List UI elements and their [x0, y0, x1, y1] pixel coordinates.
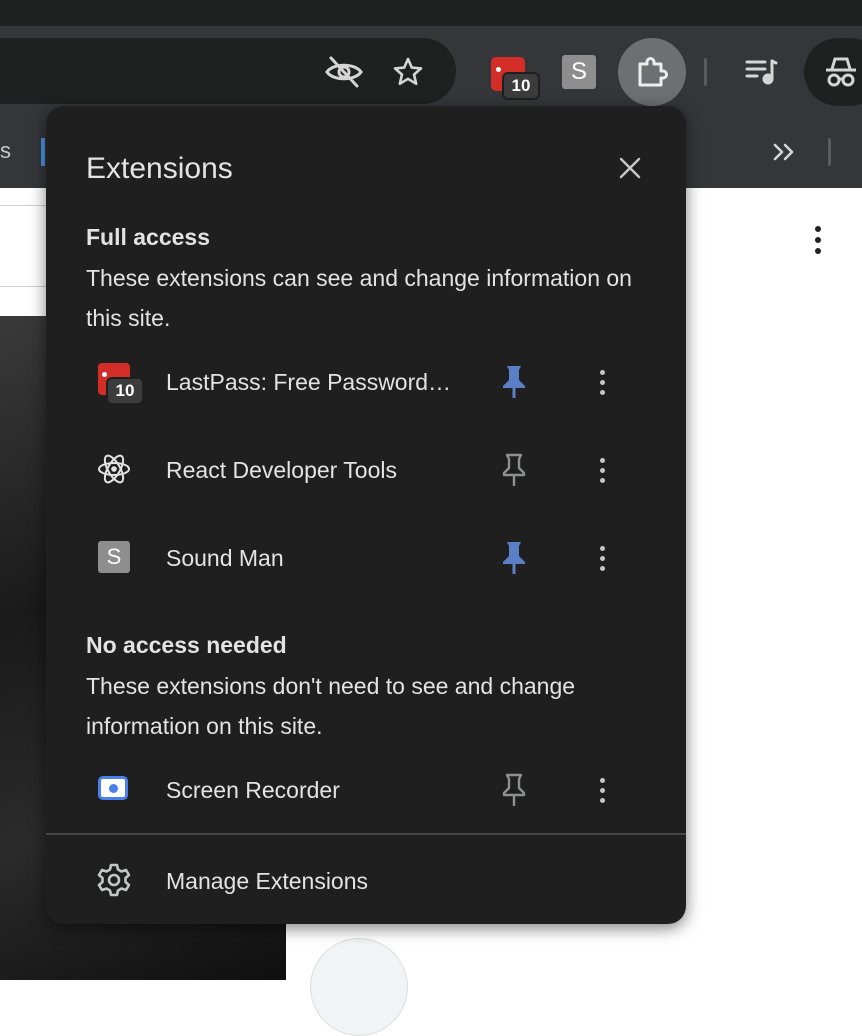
extension-name: LastPass: Free Password… [166, 369, 452, 395]
no-access-description: These extensions don't need to see and c… [86, 673, 576, 739]
media-controls-icon[interactable] [742, 54, 780, 90]
full-access-description: These extensions can see and change info… [86, 265, 632, 331]
extension-row-react[interactable]: React Developer Tools [46, 436, 686, 506]
pin-outline-icon [502, 453, 526, 486]
popup-title: Extensions [86, 152, 233, 185]
manage-extensions-label: Manage Extensions [166, 868, 369, 894]
bookmarks-overflow-chevron-icon[interactable] [768, 138, 800, 166]
extension-row-lastpass[interactable]: 10 LastPass: Free Password… [46, 348, 686, 418]
react-icon [96, 451, 132, 487]
vertical-dots-icon [599, 775, 605, 805]
pin-filled-icon [503, 366, 525, 398]
vertical-dots-icon [599, 455, 605, 485]
full-access-heading: Full access [86, 224, 211, 250]
more-options-button[interactable] [586, 362, 618, 402]
page-circle-button[interactable] [310, 938, 408, 1036]
extension-row-soundman[interactable]: S Sound Man [46, 524, 686, 594]
extensions-popup: Extensions Full access These extensions … [46, 106, 686, 924]
screen-recorder-icon [96, 771, 132, 807]
extension-name: Screen Recorder [166, 777, 340, 803]
pin-outline-icon [502, 773, 526, 806]
vertical-dots-icon [599, 367, 605, 397]
lastpass-toolbar-badge: 10 [502, 72, 540, 100]
toolbar-divider [704, 58, 707, 86]
page-strip [0, 205, 46, 287]
tracking-protection-eye-off-icon[interactable] [322, 52, 366, 92]
extension-name: React Developer Tools [166, 457, 397, 483]
manage-extensions-button[interactable]: Manage Extensions [46, 848, 686, 914]
soundman-icon: S [96, 539, 132, 575]
bookmark-item-fragment[interactable]: s [0, 138, 11, 164]
vertical-dots-icon [599, 543, 605, 573]
extension-name: Sound Man [166, 545, 284, 571]
pin-button-pinned[interactable] [498, 362, 530, 402]
puzzle-icon [638, 57, 668, 87]
page-more-options-icon[interactable] [808, 226, 828, 266]
soundman-toolbar-letter: S [570, 58, 587, 85]
soundman-toolbar-icon[interactable]: S [562, 55, 596, 89]
pin-button-unpinned[interactable] [498, 770, 530, 810]
popup-divider [46, 833, 686, 835]
pin-button-pinned[interactable] [498, 538, 530, 578]
extension-row-screen-recorder[interactable]: Screen Recorder [46, 756, 686, 826]
close-button[interactable] [612, 150, 648, 186]
more-options-button[interactable] [586, 538, 618, 578]
lastpass-icon: 10 [96, 363, 144, 405]
no-access-heading: No access needed [86, 632, 287, 658]
pin-button-unpinned[interactable] [498, 450, 530, 490]
lastpass-badge: 10 [106, 377, 144, 405]
soundman-letter: S [106, 544, 122, 569]
bookmarks-divider [828, 138, 831, 166]
more-options-button[interactable] [586, 770, 618, 810]
incognito-icon [826, 57, 856, 87]
close-icon [619, 157, 641, 179]
tab-strip [0, 0, 862, 26]
more-options-button[interactable] [586, 450, 618, 490]
extensions-puzzle-button[interactable] [618, 38, 686, 106]
bookmark-star-icon[interactable] [388, 52, 428, 92]
gear-icon [96, 862, 132, 898]
bookmark-favicon [41, 138, 45, 166]
pin-filled-icon [503, 542, 525, 574]
